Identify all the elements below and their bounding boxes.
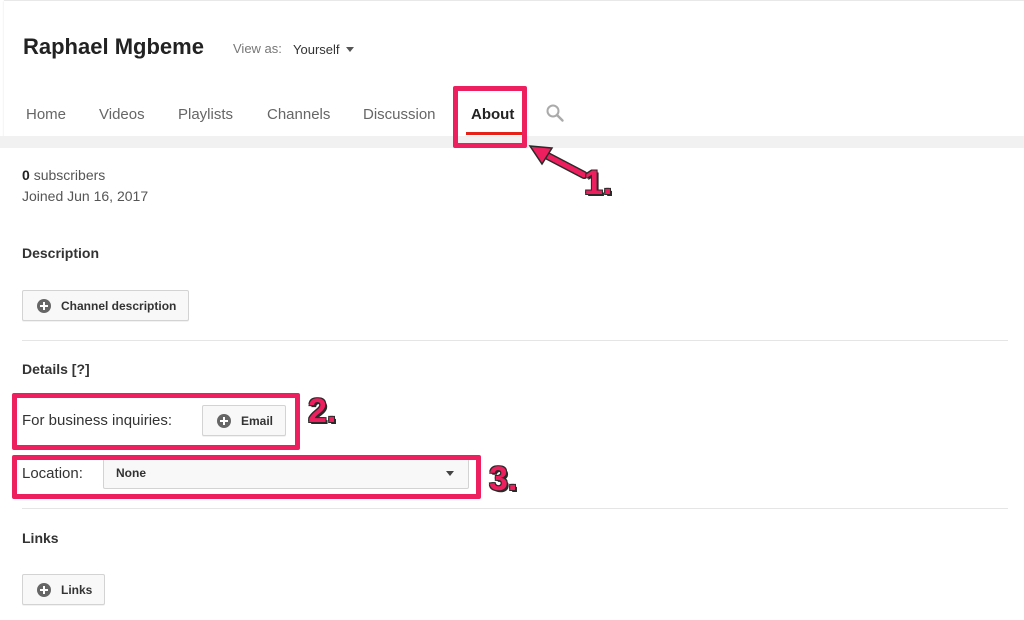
channel-description-label: Channel description (61, 298, 177, 313)
view-as-label: View as: (233, 41, 282, 56)
about-content: 0 subscribers Joined Jun 16, 2017 Descri… (0, 148, 1024, 620)
add-circle-icon (37, 298, 51, 313)
tab-playlists[interactable]: Playlists (178, 106, 233, 123)
tab-channels[interactable]: Channels (267, 106, 330, 123)
tab-home[interactable]: Home (26, 106, 66, 123)
highlight-box-business-inquiries (12, 393, 300, 450)
view-as-value: Yourself (293, 42, 340, 57)
annotation-number-1: 1. (584, 164, 613, 202)
add-links-button[interactable]: Links (22, 574, 106, 605)
annotation-number-3: 3. (489, 460, 518, 498)
description-heading: Description (22, 245, 100, 261)
add-circle-icon (37, 582, 51, 597)
tab-discussion[interactable]: Discussion (363, 106, 436, 123)
joined-date: Joined Jun 16, 2017 (22, 188, 149, 204)
channel-title: Raphael Mgbeme (23, 34, 204, 59)
highlight-box-about-tab (453, 86, 527, 148)
tab-videos[interactable]: Videos (99, 106, 145, 123)
divider (22, 508, 1008, 509)
channel-description-button[interactable]: Channel description (22, 290, 190, 321)
links-heading: Links (22, 530, 59, 546)
details-heading: Details [?] (22, 361, 90, 377)
search-icon[interactable] (545, 103, 565, 123)
view-as-dropdown[interactable]: Yourself (293, 42, 354, 57)
subscriber-count: 0 subscribers (22, 167, 106, 183)
annotation-number-2: 2. (308, 392, 337, 430)
caret-down-icon (345, 47, 354, 53)
links-button-label: Links (61, 582, 93, 597)
highlight-box-location (12, 455, 481, 499)
pointer-arrow-icon (528, 145, 588, 179)
divider (22, 340, 1008, 341)
